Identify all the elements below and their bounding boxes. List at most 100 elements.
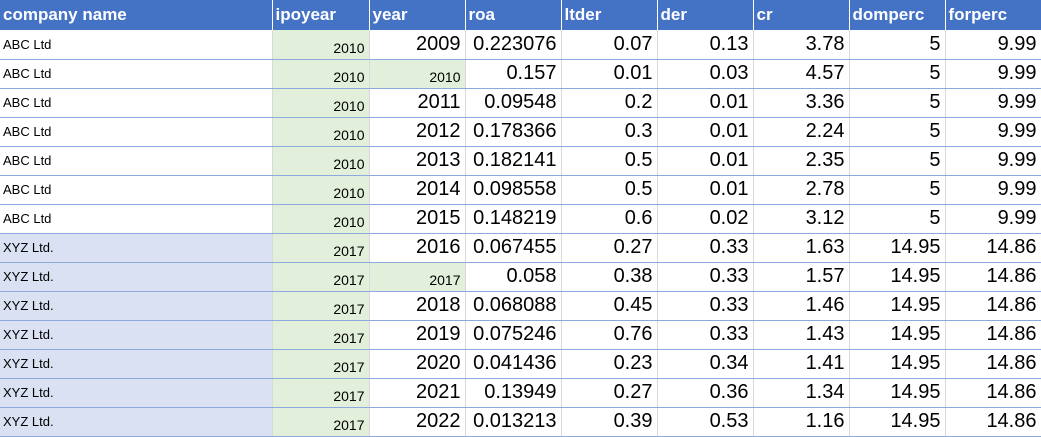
cell-cr[interactable]: 2.78	[753, 175, 850, 205]
cell-forperc[interactable]: 9.99	[945, 59, 1041, 89]
cell-der[interactable]: 0.01	[657, 117, 754, 147]
cell-cr[interactable]: 2.24	[753, 117, 850, 147]
cell-roa[interactable]: 0.148219	[465, 204, 562, 234]
header-cr[interactable]: cr	[753, 0, 850, 30]
cell-cr[interactable]: 1.41	[753, 349, 850, 379]
cell-cr[interactable]: 1.46	[753, 291, 850, 321]
cell-company[interactable]: XYZ Ltd.	[0, 291, 273, 321]
header-ipoyear[interactable]: ipoyear	[272, 0, 370, 30]
cell-roa[interactable]: 0.068088	[465, 291, 562, 321]
cell-company[interactable]: ABC Ltd	[0, 204, 273, 234]
cell-forperc[interactable]: 9.99	[945, 175, 1041, 205]
cell-company[interactable]: ABC Ltd	[0, 88, 273, 118]
cell-forperc[interactable]: 14.86	[945, 233, 1041, 263]
header-roa[interactable]: roa	[465, 0, 562, 30]
cell-domperc[interactable]: 5	[849, 30, 946, 60]
cell-roa[interactable]: 0.058	[465, 262, 562, 292]
cell-domperc[interactable]: 14.95	[849, 320, 946, 350]
cell-roa[interactable]: 0.075246	[465, 320, 562, 350]
cell-der[interactable]: 0.33	[657, 291, 754, 321]
cell-der[interactable]: 0.33	[657, 233, 754, 263]
header-ltder[interactable]: ltder	[561, 0, 658, 30]
cell-forperc[interactable]: 9.99	[945, 146, 1041, 176]
cell-ipoyear[interactable]: 2017	[272, 262, 370, 292]
cell-ltder[interactable]: 0.27	[561, 378, 658, 408]
cell-der[interactable]: 0.33	[657, 262, 754, 292]
cell-year[interactable]: 2015	[369, 204, 466, 234]
cell-ipoyear[interactable]: 2010	[272, 30, 370, 60]
cell-year[interactable]: 2017	[369, 262, 466, 292]
cell-forperc[interactable]: 9.99	[945, 117, 1041, 147]
cell-roa[interactable]: 0.223076	[465, 30, 562, 60]
cell-forperc[interactable]: 9.99	[945, 30, 1041, 60]
cell-ipoyear[interactable]: 2010	[272, 117, 370, 147]
cell-cr[interactable]: 1.34	[753, 378, 850, 408]
cell-ipoyear[interactable]: 2017	[272, 349, 370, 379]
cell-forperc[interactable]: 14.86	[945, 349, 1041, 379]
cell-company[interactable]: ABC Ltd	[0, 59, 273, 89]
cell-ipoyear[interactable]: 2010	[272, 59, 370, 89]
cell-domperc[interactable]: 5	[849, 146, 946, 176]
cell-ltder[interactable]: 0.23	[561, 349, 658, 379]
cell-ipoyear[interactable]: 2017	[272, 378, 370, 408]
cell-forperc[interactable]: 14.86	[945, 291, 1041, 321]
cell-year[interactable]: 2012	[369, 117, 466, 147]
cell-ipoyear[interactable]: 2010	[272, 175, 370, 205]
cell-der[interactable]: 0.02	[657, 204, 754, 234]
cell-domperc[interactable]: 14.95	[849, 233, 946, 263]
cell-year[interactable]: 2009	[369, 30, 466, 60]
cell-year[interactable]: 2013	[369, 146, 466, 176]
cell-year[interactable]: 2021	[369, 378, 466, 408]
cell-domperc[interactable]: 14.95	[849, 407, 946, 437]
cell-company[interactable]: XYZ Ltd.	[0, 233, 273, 263]
cell-der[interactable]: 0.36	[657, 378, 754, 408]
cell-forperc[interactable]: 14.86	[945, 378, 1041, 408]
cell-company[interactable]: XYZ Ltd.	[0, 349, 273, 379]
header-company-name[interactable]: company name	[0, 0, 273, 30]
cell-ltder[interactable]: 0.45	[561, 291, 658, 321]
cell-ltder[interactable]: 0.27	[561, 233, 658, 263]
cell-der[interactable]: 0.03	[657, 59, 754, 89]
cell-ltder[interactable]: 0.38	[561, 262, 658, 292]
cell-company[interactable]: ABC Ltd	[0, 146, 273, 176]
cell-domperc[interactable]: 14.95	[849, 378, 946, 408]
cell-ipoyear[interactable]: 2017	[272, 291, 370, 321]
cell-der[interactable]: 0.33	[657, 320, 754, 350]
cell-cr[interactable]: 1.63	[753, 233, 850, 263]
cell-cr[interactable]: 3.78	[753, 30, 850, 60]
cell-cr[interactable]: 2.35	[753, 146, 850, 176]
cell-year[interactable]: 2018	[369, 291, 466, 321]
cell-ipoyear[interactable]: 2010	[272, 204, 370, 234]
cell-roa[interactable]: 0.041436	[465, 349, 562, 379]
cell-der[interactable]: 0.13	[657, 30, 754, 60]
cell-ltder[interactable]: 0.6	[561, 204, 658, 234]
cell-year[interactable]: 2016	[369, 233, 466, 263]
cell-ltder[interactable]: 0.5	[561, 146, 658, 176]
cell-cr[interactable]: 1.16	[753, 407, 850, 437]
cell-domperc[interactable]: 5	[849, 175, 946, 205]
cell-company[interactable]: XYZ Ltd.	[0, 407, 273, 437]
header-forperc[interactable]: forperc	[945, 0, 1041, 30]
cell-cr[interactable]: 1.57	[753, 262, 850, 292]
cell-cr[interactable]: 4.57	[753, 59, 850, 89]
cell-cr[interactable]: 1.43	[753, 320, 850, 350]
cell-year[interactable]: 2014	[369, 175, 466, 205]
cell-ltder[interactable]: 0.01	[561, 59, 658, 89]
cell-forperc[interactable]: 9.99	[945, 88, 1041, 118]
cell-forperc[interactable]: 14.86	[945, 262, 1041, 292]
cell-ltder[interactable]: 0.3	[561, 117, 658, 147]
cell-domperc[interactable]: 14.95	[849, 291, 946, 321]
cell-der[interactable]: 0.01	[657, 175, 754, 205]
cell-domperc[interactable]: 14.95	[849, 262, 946, 292]
cell-der[interactable]: 0.01	[657, 146, 754, 176]
cell-cr[interactable]: 3.36	[753, 88, 850, 118]
cell-year[interactable]: 2019	[369, 320, 466, 350]
cell-der[interactable]: 0.01	[657, 88, 754, 118]
cell-year[interactable]: 2022	[369, 407, 466, 437]
cell-company[interactable]: ABC Ltd	[0, 117, 273, 147]
cell-roa[interactable]: 0.013213	[465, 407, 562, 437]
cell-ipoyear[interactable]: 2010	[272, 88, 370, 118]
cell-roa[interactable]: 0.157	[465, 59, 562, 89]
cell-ipoyear[interactable]: 2017	[272, 407, 370, 437]
cell-ipoyear[interactable]: 2017	[272, 233, 370, 263]
